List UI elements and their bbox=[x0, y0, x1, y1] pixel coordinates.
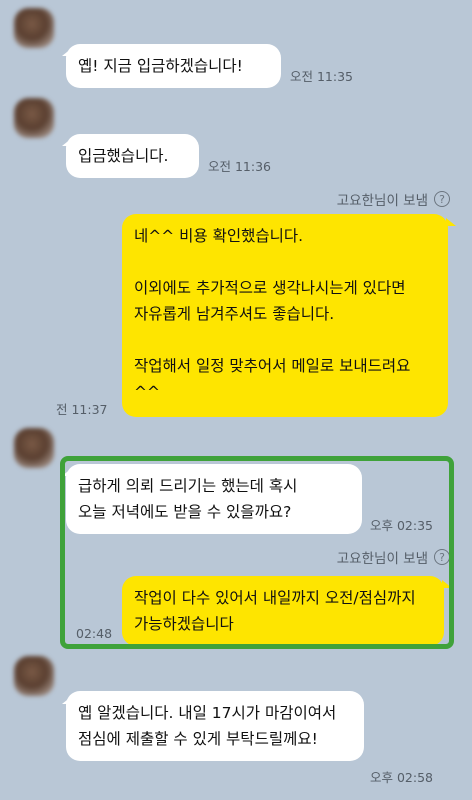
sent-message-bubble[interactable]: 네^^ 비용 확인했습니다. 이외에도 추가적으로 생각나시는게 있다면 자유롭… bbox=[122, 214, 448, 417]
received-message-bubble[interactable]: 옙! 지금 입금하겠습니다! bbox=[66, 44, 281, 88]
sent-message-bubble[interactable]: 작업이 다수 있어서 내일까지 오전/점심까지 가능하겠습니다 bbox=[122, 576, 444, 646]
question-circle-icon[interactable]: ? bbox=[434, 549, 450, 565]
message-timestamp: 오후 02:35 bbox=[370, 518, 433, 533]
message-timestamp: 02:48 bbox=[76, 626, 113, 641]
received-message-bubble[interactable]: 옙 알겠습니다. 내일 17시가 마감이여서 점심에 제출할 수 있게 부탁드릴… bbox=[66, 691, 364, 761]
avatar[interactable] bbox=[14, 98, 54, 138]
message-timestamp: 오전 11:35 bbox=[290, 69, 353, 84]
sender-label: 고요한님이 보냄 ? bbox=[337, 547, 450, 567]
question-circle-icon[interactable]: ? bbox=[434, 191, 450, 207]
message-timestamp: 오전 11:36 bbox=[208, 159, 271, 174]
message-timestamp: 오후 02:58 bbox=[370, 770, 433, 785]
sender-name: 고요한님이 보냄 bbox=[336, 551, 428, 567]
sender-name: 고요한님이 보냄 bbox=[336, 193, 428, 209]
message-timestamp: 전 11:37 bbox=[56, 402, 108, 417]
received-message-bubble[interactable]: 입금했습니다. bbox=[66, 134, 199, 178]
avatar[interactable] bbox=[14, 428, 54, 468]
received-message-bubble[interactable]: 급하게 의뢰 드리기는 했는데 혹시 오늘 저녁에도 받을 수 있을까요? bbox=[66, 464, 362, 534]
sender-label: 고요한님이 보냄 ? bbox=[337, 189, 450, 209]
avatar[interactable] bbox=[14, 656, 54, 696]
avatar[interactable] bbox=[14, 8, 54, 48]
